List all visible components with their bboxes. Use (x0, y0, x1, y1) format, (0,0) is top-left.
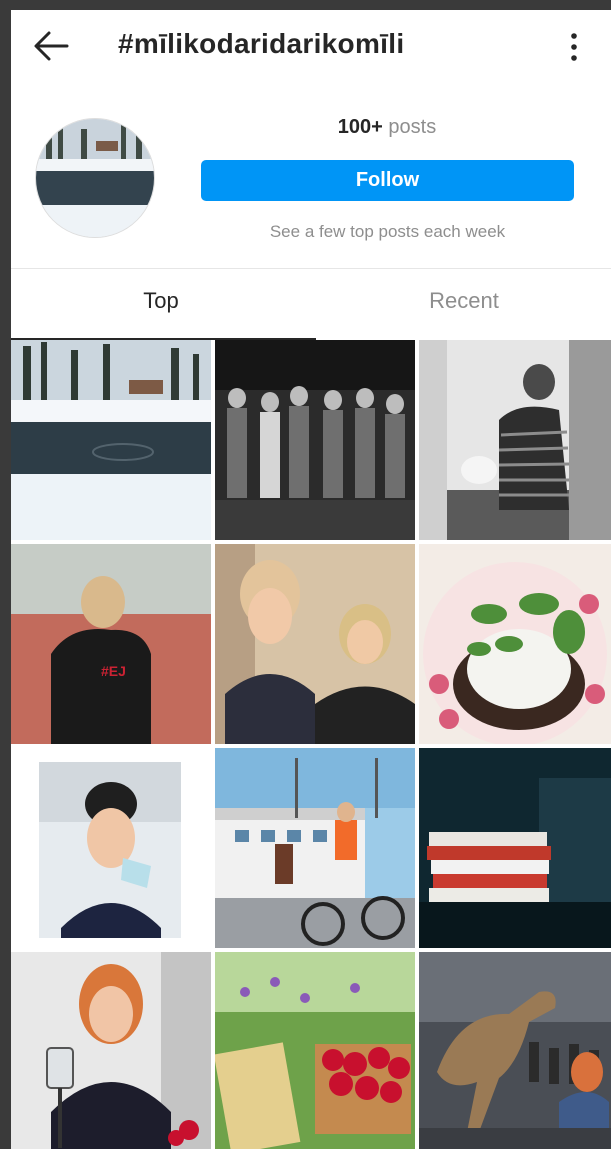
post-microgreens-plate[interactable] (419, 544, 611, 744)
top-bar: #mīlikodaridarikomīli (11, 10, 611, 82)
post-redhead-phone[interactable] (11, 952, 211, 1149)
app-screen: #mīlikodaridarikomīli 100+ posts Follow … (11, 10, 611, 1149)
post-sport-hoodie[interactable]: #EJ (11, 544, 211, 744)
post-ship-bicycle[interactable] (215, 748, 415, 948)
post-dance-group-bw[interactable] (215, 340, 415, 540)
hashtag-title: #mīlikodaridarikomīli (118, 28, 405, 59)
arrow-left-icon[interactable] (33, 30, 69, 62)
post-books-stack[interactable] (419, 748, 611, 948)
follow-button[interactable]: Follow (201, 160, 574, 201)
vertical-dots-icon[interactable] (564, 30, 584, 64)
hashtag-avatar (35, 118, 155, 238)
post-striped-dress-bw[interactable] (419, 340, 611, 540)
post-strawberries-book[interactable] (215, 952, 415, 1149)
divider (11, 268, 611, 269)
tab-recent[interactable]: Recent (314, 288, 611, 314)
post-two-women-selfie[interactable] (215, 544, 415, 744)
follow-note: See a few top posts each week (269, 222, 506, 241)
posts-count: 100+ posts (337, 116, 437, 138)
post-woman-mask-portrait[interactable] (11, 748, 211, 948)
post-winter-pond[interactable] (11, 340, 211, 540)
svg-text:#EJ: #EJ (101, 663, 126, 679)
tab-top[interactable]: Top (11, 288, 311, 314)
post-dinosaur-model[interactable] (419, 952, 611, 1149)
